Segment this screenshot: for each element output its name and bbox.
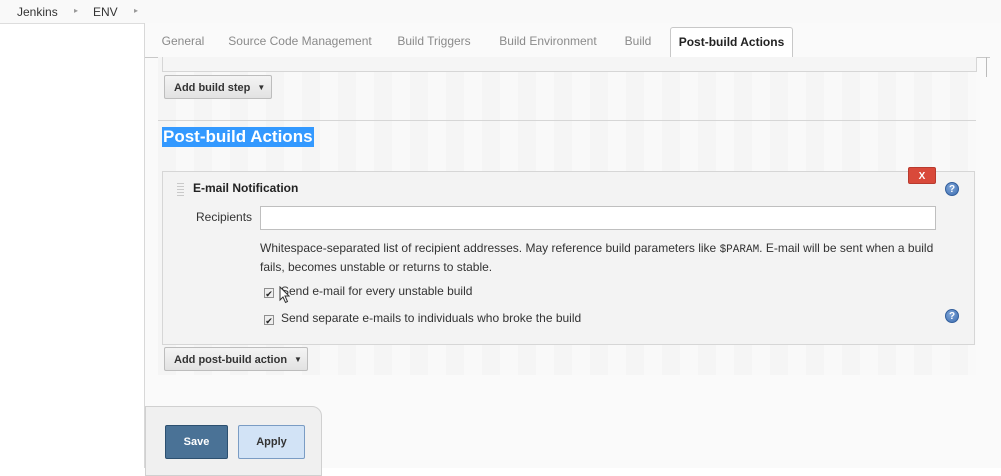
tab-general[interactable]: General bbox=[152, 27, 214, 56]
mouse-cursor-icon bbox=[279, 286, 291, 304]
add-post-build-action-button[interactable]: Add post-build action ▼ bbox=[164, 347, 308, 371]
help-icon[interactable]: ? bbox=[945, 309, 959, 323]
add-build-step-label: Add build step bbox=[174, 82, 251, 94]
breadcrumb-jenkins[interactable]: Jenkins bbox=[17, 5, 58, 19]
recipients-input[interactable] bbox=[260, 206, 936, 230]
add-build-step-button[interactable]: Add build step ▼ bbox=[164, 75, 272, 99]
build-step-container bbox=[162, 57, 977, 72]
recipients-help-text: Whitespace-separated list of recipient a… bbox=[260, 241, 934, 274]
breadcrumb-separator-icon: ▸ bbox=[134, 6, 139, 15]
unstable-build-checkbox[interactable]: ✔ bbox=[264, 288, 274, 299]
tab-build-environment[interactable]: Build Environment bbox=[493, 27, 603, 56]
caret-down-icon: ▼ bbox=[294, 355, 302, 364]
caret-down-icon: ▼ bbox=[257, 83, 266, 92]
section-title-post-build-actions: Post-build Actions bbox=[162, 127, 314, 147]
tab-build[interactable]: Build bbox=[618, 27, 658, 56]
add-post-build-action-label: Add post-build action bbox=[174, 354, 288, 366]
scroll-edge bbox=[986, 57, 987, 77]
save-button[interactable]: Save bbox=[165, 425, 228, 459]
breadcrumb-separator-icon: ▸ bbox=[74, 6, 79, 15]
email-notification-title: E-mail Notification bbox=[193, 181, 299, 195]
unstable-build-label[interactable]: Send e-mail for every unstable build bbox=[281, 284, 472, 298]
tab-build-triggers[interactable]: Build Triggers bbox=[393, 27, 475, 56]
breadcrumb: Jenkins ▸ ENV ▸ bbox=[0, 0, 1001, 24]
tab-source-code-management[interactable]: Source Code Management bbox=[225, 27, 375, 56]
delete-email-notification-button[interactable]: X bbox=[908, 167, 936, 184]
config-tabbar: General Source Code Management Build Tri… bbox=[145, 26, 990, 59]
drag-handle-icon[interactable] bbox=[177, 182, 184, 196]
help-icon[interactable]: ? bbox=[945, 182, 959, 196]
apply-button[interactable]: Apply bbox=[238, 425, 305, 459]
separate-emails-label[interactable]: Send separate e-mails to individuals who… bbox=[281, 311, 581, 325]
breadcrumb-env[interactable]: ENV bbox=[93, 5, 118, 19]
section-divider bbox=[158, 120, 976, 121]
recipients-label: Recipients bbox=[196, 210, 253, 224]
separate-emails-checkbox[interactable]: ✔ bbox=[264, 315, 274, 326]
tab-post-build-actions[interactable]: Post-build Actions bbox=[670, 27, 793, 59]
